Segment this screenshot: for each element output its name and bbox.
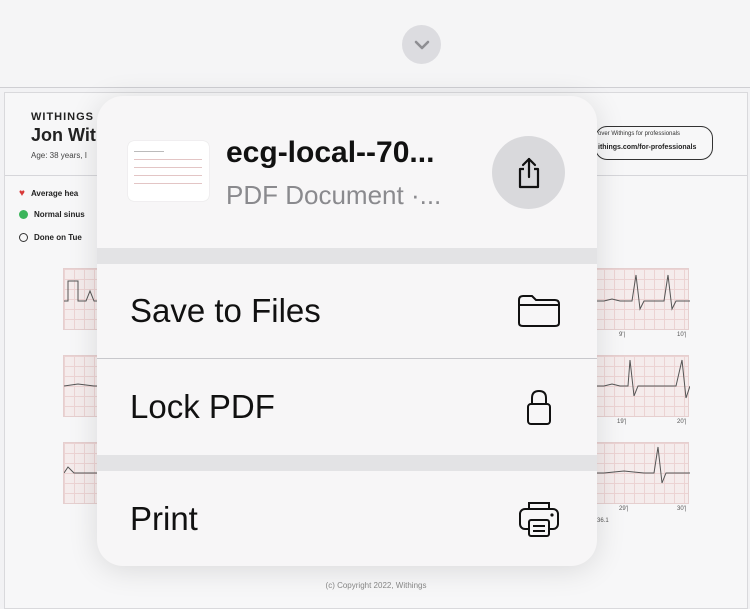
pdf-info-label: Average hea [30, 189, 79, 198]
pdf-age-line: Age: 38 years, I [31, 151, 88, 160]
document-thumbnail [128, 141, 209, 201]
document-name: ecg-local--70... [226, 136, 435, 169]
pdf-info-label: Normal sinus [34, 210, 85, 219]
section-separator [97, 248, 597, 264]
pdf-promo-url: ithings.com/for-professionals [598, 144, 697, 151]
printer-icon [519, 501, 559, 537]
collapse-button[interactable] [402, 25, 441, 64]
share-icon [518, 157, 539, 188]
action-label: Save to Files [130, 292, 321, 329]
pdf-info-date: Done on Tue [19, 233, 82, 242]
tick-label: 30'| [677, 506, 687, 512]
tick-label: 29'| [619, 506, 629, 512]
pdf-patient-name: Jon Wit [31, 125, 96, 145]
save-to-files-button[interactable]: Save to Files [97, 264, 597, 358]
tick-label: 9'| [619, 332, 626, 338]
lock-pdf-button[interactable]: Lock PDF [97, 359, 597, 455]
clock-icon [19, 233, 28, 242]
section-separator [97, 455, 597, 471]
pdf-footer: (c) Copyright 2022, Withings [325, 581, 427, 590]
heart-icon: ♥ [19, 188, 25, 199]
tick-label: 10'| [677, 332, 687, 338]
print-button[interactable]: Print [97, 471, 597, 566]
folder-icon [518, 295, 560, 327]
tick-label: 36.1 [597, 518, 609, 524]
chevron-down-icon [414, 40, 429, 49]
document-type: PDF Document ·... [226, 180, 442, 210]
lock-icon [527, 389, 551, 425]
action-label: Lock PDF [130, 388, 275, 425]
top-toolbar [0, 0, 750, 88]
green-dot-icon [19, 210, 28, 219]
pdf-info-rhythm: Normal sinus [19, 210, 85, 219]
share-button[interactable] [492, 136, 565, 209]
pdf-brand: WITHINGS [31, 111, 94, 123]
pdf-promo-text: over Withings for professionals [598, 131, 681, 137]
tick-label: 19'| [617, 419, 627, 425]
action-label: Print [130, 499, 198, 537]
sheet-header: ecg-local--70... PDF Document ·... [97, 96, 597, 248]
pdf-info-heart-rate: ♥ Average hea [19, 188, 78, 199]
tick-label: 20'| [677, 419, 687, 425]
share-sheet: ecg-local--70... PDF Document ·... Save … [97, 96, 597, 566]
pdf-info-label: Done on Tue [34, 233, 82, 242]
